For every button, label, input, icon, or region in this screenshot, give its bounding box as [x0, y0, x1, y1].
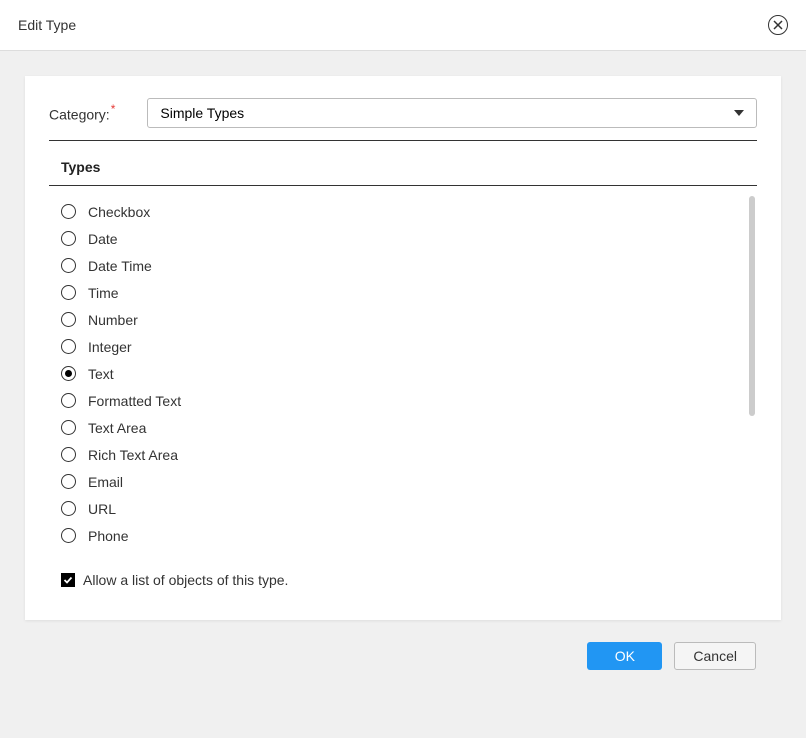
- type-option[interactable]: Checkbox: [61, 198, 745, 225]
- close-icon: [773, 20, 783, 30]
- category-label-wrapper: Category:*: [49, 102, 115, 124]
- dialog-title: Edit Type: [18, 17, 76, 33]
- type-option-label: Integer: [88, 339, 132, 355]
- dialog-header: Edit Type: [0, 0, 806, 51]
- type-option-label: URL: [88, 501, 116, 517]
- types-list: Checkbox Date Date Time Time Number Integer Te…: [49, 186, 757, 552]
- radio-icon: [61, 258, 76, 273]
- type-option-label: Time: [88, 285, 119, 301]
- radio-icon: [61, 420, 76, 435]
- radio-icon: [61, 447, 76, 462]
- allow-list-row: Allow a list of objects of this type.: [49, 552, 757, 596]
- close-button[interactable]: [768, 15, 788, 35]
- category-select[interactable]: Simple Types: [147, 98, 757, 128]
- content-area: Category:* Simple Types Types Checkbox Da…: [0, 51, 806, 670]
- type-option-label: Date: [88, 231, 118, 247]
- button-row: OK Cancel: [25, 620, 781, 670]
- types-header: Types: [49, 153, 757, 186]
- type-option-label: Rich Text Area: [88, 447, 178, 463]
- type-option[interactable]: Text Area: [61, 414, 745, 441]
- radio-icon: [61, 312, 76, 327]
- radio-icon: [61, 366, 76, 381]
- radio-icon: [61, 474, 76, 489]
- type-option-label: Text Area: [88, 420, 146, 436]
- cancel-button[interactable]: Cancel: [674, 642, 756, 670]
- radio-icon: [61, 393, 76, 408]
- types-list-wrapper: Checkbox Date Date Time Time Number Integer Te…: [49, 186, 757, 552]
- type-option[interactable]: Number: [61, 306, 745, 333]
- type-option-label: Number: [88, 312, 138, 328]
- radio-icon: [61, 528, 76, 543]
- radio-icon: [61, 204, 76, 219]
- type-option-label: Text: [88, 366, 114, 382]
- type-option[interactable]: Time: [61, 279, 745, 306]
- type-option[interactable]: Date Time: [61, 252, 745, 279]
- allow-list-label: Allow a list of objects of this type.: [83, 572, 288, 588]
- ok-button[interactable]: OK: [587, 642, 662, 670]
- scrollbar[interactable]: [749, 196, 755, 416]
- category-selected-value: Simple Types: [160, 105, 244, 121]
- type-option-label: Checkbox: [88, 204, 150, 220]
- radio-icon: [61, 231, 76, 246]
- type-option[interactable]: Integer: [61, 333, 745, 360]
- category-row: Category:* Simple Types: [49, 98, 757, 141]
- type-option-label: Phone: [88, 528, 128, 544]
- type-option-label: Date Time: [88, 258, 152, 274]
- type-option[interactable]: Phone: [61, 522, 745, 549]
- type-option[interactable]: Rich Text Area: [61, 441, 745, 468]
- type-option[interactable]: Formatted Text: [61, 387, 745, 414]
- type-option[interactable]: Email: [61, 468, 745, 495]
- radio-icon: [61, 339, 76, 354]
- main-panel: Category:* Simple Types Types Checkbox Da…: [25, 76, 781, 620]
- allow-list-checkbox[interactable]: [61, 573, 75, 587]
- type-option-label: Email: [88, 474, 123, 490]
- type-option[interactable]: Text: [61, 360, 745, 387]
- required-indicator: *: [111, 102, 116, 116]
- chevron-down-icon: [734, 110, 744, 116]
- radio-icon: [61, 285, 76, 300]
- radio-icon: [61, 501, 76, 516]
- check-icon: [63, 575, 73, 585]
- type-option[interactable]: Date: [61, 225, 745, 252]
- type-option-label: Formatted Text: [88, 393, 181, 409]
- category-label: Category:: [49, 106, 110, 122]
- type-option[interactable]: URL: [61, 495, 745, 522]
